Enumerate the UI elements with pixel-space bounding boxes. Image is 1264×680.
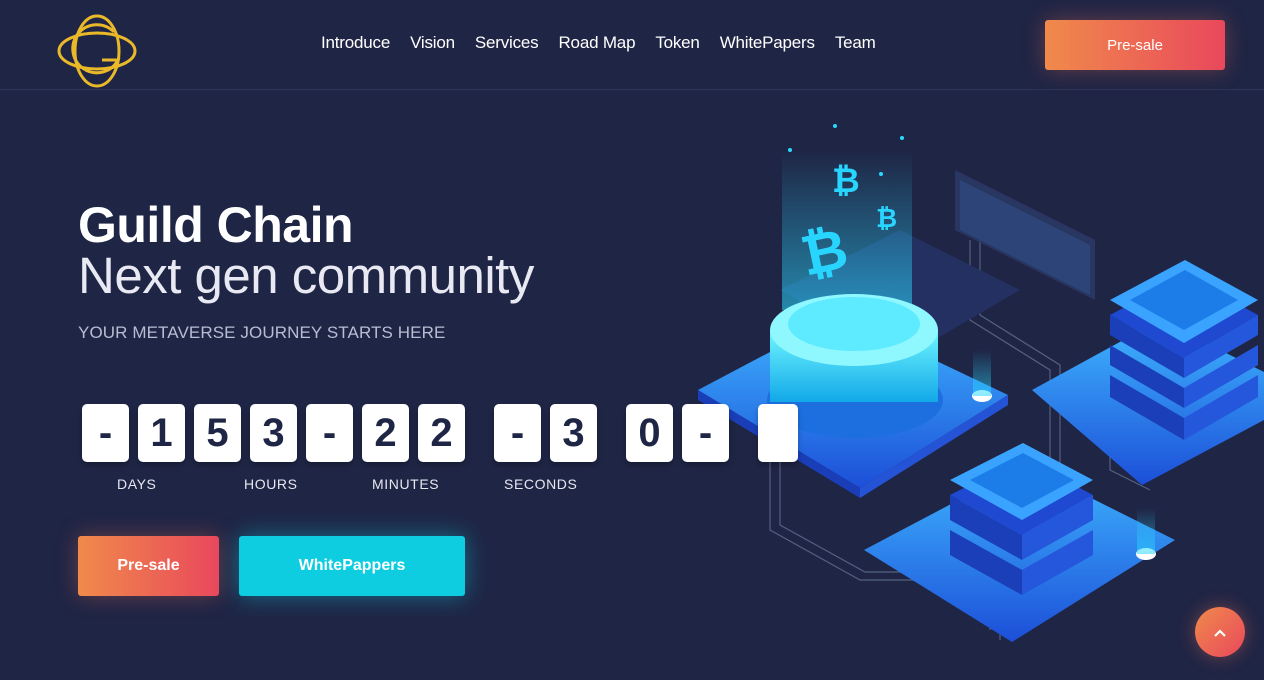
countdown-digit: 2 bbox=[418, 404, 465, 462]
hero-presale-button[interactable]: Pre-sale bbox=[78, 536, 219, 596]
nav-vision[interactable]: Vision bbox=[410, 33, 455, 53]
svg-text:₿: ₿ bbox=[832, 162, 860, 200]
hero-tagline: YOUR METAVERSE JOURNEY STARTS HERE bbox=[78, 323, 446, 342]
nav-team[interactable]: Team bbox=[835, 33, 876, 53]
countdown-digit: 3 bbox=[550, 404, 597, 462]
countdown-digit: - bbox=[82, 404, 129, 462]
countdown-digit: - bbox=[306, 404, 353, 462]
main-nav: Introduce Vision Services Road Map Token… bbox=[321, 33, 876, 53]
whitepaper-button[interactable]: WhitePappers bbox=[239, 536, 465, 596]
countdown-digit: 0 bbox=[626, 404, 673, 462]
countdown-digit: - bbox=[494, 404, 541, 462]
countdown-digit: 1 bbox=[138, 404, 185, 462]
scroll-to-top-button[interactable] bbox=[1195, 607, 1245, 657]
countdown-digit: 2 bbox=[362, 404, 409, 462]
nav-whitepapers[interactable]: WhitePapers bbox=[720, 33, 815, 53]
countdown-digit: 3 bbox=[250, 404, 297, 462]
guild-chain-logo[interactable] bbox=[56, 12, 138, 90]
countdown-label-hours: HOURS bbox=[244, 476, 298, 492]
chevron-up-icon bbox=[1214, 628, 1226, 637]
site-header: Introduce Vision Services Road Map Token… bbox=[0, 0, 1264, 90]
countdown-label-minutes: MINUTES bbox=[372, 476, 440, 492]
hero-subtitle: Next gen community bbox=[78, 247, 534, 304]
nav-introduce[interactable]: Introduce bbox=[321, 33, 390, 53]
countdown-digit: 5 bbox=[194, 404, 241, 462]
header-presale-button[interactable]: Pre-sale bbox=[1045, 20, 1225, 70]
svg-text:₿: ₿ bbox=[876, 203, 897, 233]
nav-services[interactable]: Services bbox=[475, 33, 539, 53]
blockchain-illustration: ₿ ₿ ₿ bbox=[698, 124, 1264, 642]
nav-road-map[interactable]: Road Map bbox=[558, 33, 635, 53]
countdown-label-seconds: SECONDS bbox=[504, 476, 578, 492]
countdown-label-days: DAYS bbox=[117, 476, 157, 492]
nav-token[interactable]: Token bbox=[655, 33, 700, 53]
